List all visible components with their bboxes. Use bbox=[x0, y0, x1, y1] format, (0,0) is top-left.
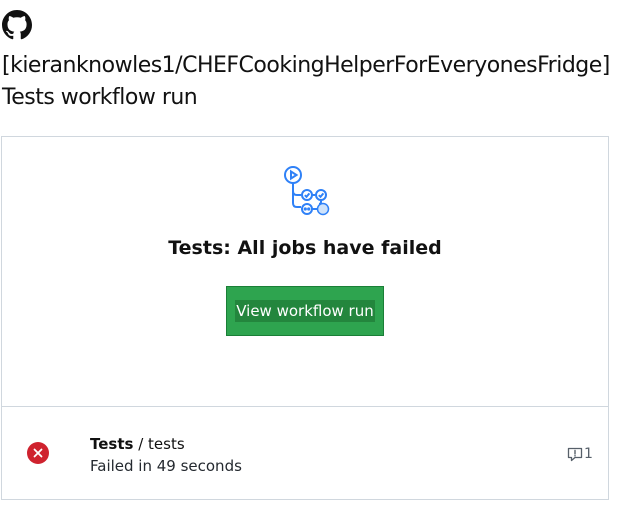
annotation-count: 1 bbox=[584, 446, 593, 462]
view-workflow-run-button[interactable]: View workflow run bbox=[226, 286, 384, 336]
job-row[interactable]: Tests / tests Failed in 49 seconds 1 bbox=[2, 407, 608, 499]
job-status: Failed in 49 seconds bbox=[90, 457, 242, 475]
annotations-badge[interactable]: 1 bbox=[567, 444, 593, 464]
workflow-run-card: Tests: All jobs have failed View workflo… bbox=[1, 136, 609, 500]
job-name: tests bbox=[148, 435, 185, 453]
actions-workflow-icon bbox=[284, 166, 330, 216]
repository-name: [kieranknowles1/CHEFCookingHelperForEver… bbox=[2, 53, 610, 78]
view-workflow-run-label: View workflow run bbox=[235, 300, 375, 322]
card-summary: Tests: All jobs have failed View workflo… bbox=[2, 137, 608, 407]
workflow-run-subtitle: Tests workflow run bbox=[2, 85, 198, 110]
email-title: [kieranknowles1/CHEFCookingHelperForEver… bbox=[2, 50, 616, 114]
run-result-heading: Tests: All jobs have failed bbox=[168, 237, 442, 259]
job-separator: / bbox=[133, 435, 149, 453]
github-logo-icon bbox=[2, 10, 32, 40]
x-circle-fill-icon bbox=[27, 442, 49, 464]
workflow-name: Tests bbox=[90, 435, 134, 453]
comment-alert-icon bbox=[567, 447, 583, 462]
job-title[interactable]: Tests / tests bbox=[90, 434, 185, 454]
